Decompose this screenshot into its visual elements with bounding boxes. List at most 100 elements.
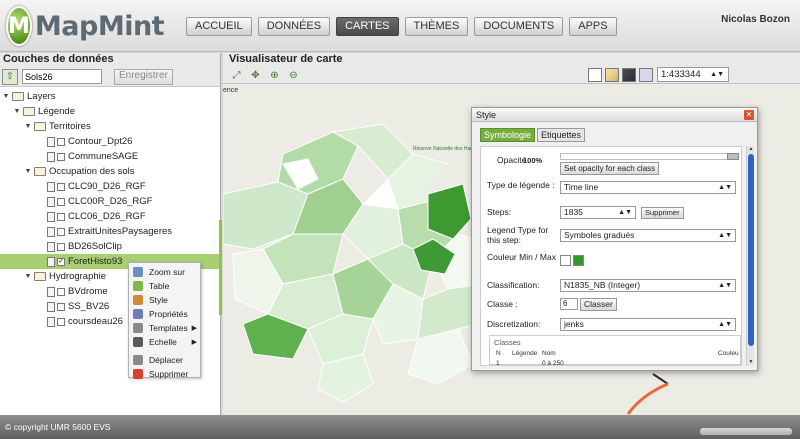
delete-step-button[interactable]: Supprimer <box>641 207 684 219</box>
color-max-swatch[interactable] <box>573 255 584 266</box>
opacity-value: 100% <box>523 156 543 165</box>
classer-button[interactable]: Classer <box>580 298 617 311</box>
scale-select[interactable]: 1:433344 ▲▼ <box>657 67 729 82</box>
layer-file-icon <box>47 211 55 222</box>
panel-resize-handle[interactable] <box>219 220 222 315</box>
context-menu-item[interactable]: Style <box>129 293 200 307</box>
style-tabs: Symbologie Etiquettes <box>480 128 586 142</box>
tree-folder[interactable]: ▼ Occupation des sols <box>0 164 220 179</box>
layer-visibility-checkbox[interactable] <box>57 152 65 161</box>
zoom-out-icon[interactable]: ⊖ <box>286 68 301 83</box>
legend-type-select[interactable]: Time line ▲▼ <box>560 181 736 194</box>
layer-visibility-checkbox[interactable] <box>57 242 65 251</box>
tree-layer[interactable]: CLC00R_D26_RGF <box>0 194 220 209</box>
tab-etiquettes[interactable]: Etiquettes <box>537 128 586 142</box>
tree-layer[interactable]: Contour_Dpt26 <box>0 134 220 149</box>
discretization-select[interactable]: jenks ▲▼ <box>560 318 736 331</box>
layer-visibility-checkbox[interactable] <box>57 287 65 296</box>
steps-select[interactable]: 1835 ▲▼ <box>560 206 636 219</box>
expand-toggle-icon[interactable]: ▼ <box>13 108 21 115</box>
classe-count-input[interactable]: 6 <box>560 298 578 310</box>
pan-icon[interactable]: ✥ <box>248 68 263 83</box>
layer-visibility-checkbox[interactable] <box>57 197 65 206</box>
style-dialog-titlebar[interactable]: Style ✕ <box>472 108 757 122</box>
tree-folder[interactable]: ▼ Territoires <box>0 119 220 134</box>
nav-accueil[interactable]: ACCUEIL <box>186 17 252 36</box>
expand-toggle-icon[interactable]: ▼ <box>24 273 32 280</box>
classes-header-legende: Légende <box>512 350 538 357</box>
tree-label: BD26SolClip <box>68 241 122 252</box>
layer-visibility-checkbox[interactable] <box>57 182 65 191</box>
scroll-up-icon[interactable]: ▲ <box>747 146 755 153</box>
map-name-input[interactable] <box>22 69 102 84</box>
steps-value: 1835 <box>564 207 583 217</box>
layers-toolbar: ⇧ Enregistrer <box>0 67 220 87</box>
tree-layer[interactable]: CLC90_D26_RGF <box>0 179 220 194</box>
dialog-scrollbar[interactable]: ▲ ▼ <box>746 146 754 366</box>
context-menu-label: Table <box>149 281 170 291</box>
context-menu-item[interactable]: Templates ▶ <box>129 321 200 335</box>
context-menu-item[interactable]: Propriétés <box>129 307 200 321</box>
tree-layer[interactable]: CLC06_D26_RGF <box>0 209 220 224</box>
tree-layer[interactable]: BD26SolClip <box>0 239 220 254</box>
nav-apps[interactable]: APPS <box>569 17 617 36</box>
expand-toggle-icon[interactable]: ▼ <box>24 123 32 130</box>
tree-layer[interactable]: CommuneSAGE <box>0 149 220 164</box>
app-header: M MapMint ACCUEIL DONNÉES CARTES THÈMES … <box>0 0 800 52</box>
scroll-down-icon[interactable]: ▼ <box>747 359 755 366</box>
save-button[interactable]: Enregistrer <box>114 68 173 85</box>
expand-toggle-icon[interactable]: ▼ <box>2 93 10 100</box>
basemap-satellite-icon[interactable] <box>622 68 636 82</box>
context-menu-item[interactable]: Déplacer <box>129 353 200 367</box>
opacity-label: Opacité <box>497 155 527 165</box>
zoom-in-icon[interactable]: ⊕ <box>267 68 282 83</box>
tree-folder[interactable]: ▼ Layers <box>0 89 220 104</box>
layer-visibility-checkbox[interactable]: ✓ <box>57 257 65 266</box>
set-opacity-button[interactable]: Set opacity for each class <box>560 162 660 175</box>
basemap-roads-icon[interactable] <box>605 68 619 82</box>
scroll-thumb[interactable] <box>748 154 754 346</box>
user-name[interactable]: Nicolas Bozon <box>721 14 790 25</box>
context-menu-item[interactable]: Zoom sur <box>129 265 200 279</box>
folder-icon <box>34 122 46 131</box>
move-icon <box>133 355 143 365</box>
opacity-slider-knob[interactable] <box>727 153 739 160</box>
tree-label: Hydrographie <box>49 271 107 282</box>
tree-label: Légende <box>38 106 75 117</box>
nav-documents[interactable]: DOCUMENTS <box>474 17 564 36</box>
basemap-plain-icon[interactable] <box>588 68 602 82</box>
layer-visibility-checkbox[interactable] <box>57 227 65 236</box>
upload-icon[interactable]: ⇧ <box>2 68 18 85</box>
opacity-slider[interactable] <box>560 153 739 160</box>
nav-cartes[interactable]: CARTES <box>336 17 399 36</box>
nav-donnees[interactable]: DONNÉES <box>257 17 331 36</box>
chevron-down-icon: ▲▼ <box>718 282 732 289</box>
logo-letter: M <box>8 13 30 39</box>
close-icon[interactable]: ✕ <box>744 110 754 120</box>
layer-file-icon <box>47 256 55 267</box>
app-logo[interactable]: M MapMint <box>6 4 165 48</box>
full-extent-icon[interactable]: ⤢ <box>229 68 244 83</box>
layer-visibility-checkbox[interactable] <box>57 317 65 326</box>
classification-select[interactable]: N1835_NB (Integer) ▲▼ <box>560 279 736 292</box>
layer-visibility-checkbox[interactable] <box>57 302 65 311</box>
templates-icon <box>133 323 143 333</box>
layer-visibility-checkbox[interactable] <box>57 137 65 146</box>
basemap-google-icon[interactable] <box>639 68 653 82</box>
footer-handle[interactable] <box>700 428 792 435</box>
tree-folder[interactable]: ▼ Légende <box>0 104 220 119</box>
classification-label: Classification: <box>487 280 540 290</box>
context-menu-item[interactable]: Echelle ▶ <box>129 335 200 349</box>
context-menu-item[interactable]: Supprimer <box>129 367 200 381</box>
context-menu-item[interactable]: Table <box>129 279 200 293</box>
color-min-swatch[interactable] <box>560 255 571 266</box>
layer-visibility-checkbox[interactable] <box>57 212 65 221</box>
tree-label: Territoires <box>49 121 91 132</box>
tab-symbologie[interactable]: Symbologie <box>480 128 536 142</box>
nav-themes[interactable]: THÈMES <box>404 17 469 36</box>
tree-layer[interactable]: ExtraitUnitesPaysageres <box>0 224 220 239</box>
style-dialog-title: Style <box>476 110 497 120</box>
chevron-down-icon: ▲▼ <box>718 184 732 191</box>
expand-toggle-icon[interactable]: ▼ <box>24 168 32 175</box>
legend-step-select[interactable]: Symboles gradués ▲▼ <box>560 229 736 242</box>
